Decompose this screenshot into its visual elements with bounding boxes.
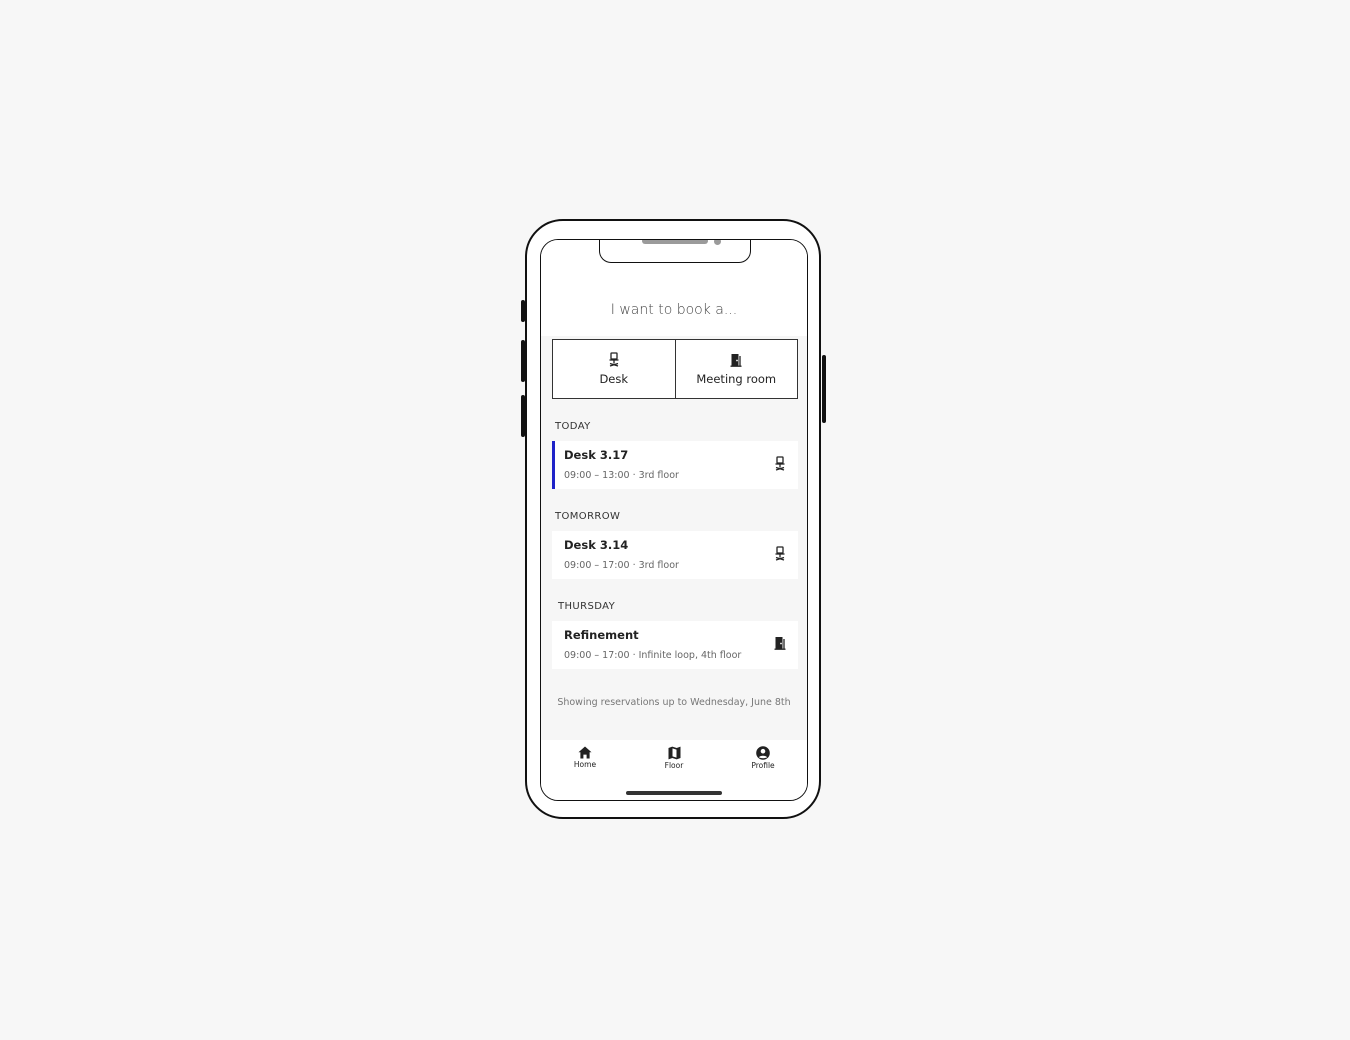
- tab-home[interactable]: Home: [555, 746, 615, 769]
- reservation-title: Refinement: [564, 628, 639, 642]
- door-icon: [774, 637, 786, 650]
- office-chair-icon: [775, 456, 785, 471]
- tab-profile[interactable]: Profile: [733, 746, 793, 770]
- reservation-details: 09:00 – 17:00 · Infinite loop, 4th floor: [564, 650, 742, 661]
- account-icon: [756, 746, 770, 760]
- office-chair-icon: [609, 352, 619, 367]
- reservation-details: 09:00 – 17:00 · 3rd floor: [564, 560, 679, 571]
- section-label-thursday: THURSDAY: [558, 601, 616, 612]
- reservation-card-refinement[interactable]: Refinement 09:00 – 17:00 · Infinite loop…: [552, 621, 798, 669]
- page-title: I want to book a...: [610, 302, 738, 318]
- tab-home-label: Home: [573, 760, 597, 769]
- reservation-card-desk-3-14[interactable]: Desk 3.14 09:00 – 17:00 · 3rd floor: [552, 531, 798, 579]
- reservation-title: Desk 3.17: [564, 448, 629, 462]
- booking-options: Desk Meeting room: [552, 339, 798, 399]
- reservation-card-desk-3-17[interactable]: Desk 3.17 09:00 – 13:00 · 3rd floor: [552, 441, 798, 489]
- reservation-title: Desk 3.14: [564, 538, 629, 552]
- phone-screen: I want to book a... Desk Meeting room TO…: [540, 239, 808, 801]
- book-desk-button[interactable]: Desk: [553, 340, 675, 398]
- section-label-tomorrow: TOMORROW: [555, 511, 621, 522]
- power-button: [822, 355, 826, 423]
- door-icon: [730, 353, 742, 367]
- home-indicator: [626, 791, 722, 795]
- office-chair-icon: [775, 546, 785, 561]
- tab-floor-label: Floor: [664, 761, 684, 770]
- stage: I want to book a... Desk Meeting room TO…: [0, 0, 1350, 1040]
- tab-floor[interactable]: Floor: [644, 746, 704, 770]
- bottom-tab-bar: Home Floor Profile: [541, 740, 807, 800]
- speaker: [642, 240, 708, 244]
- map-icon: [668, 746, 680, 760]
- book-meeting-room-button[interactable]: Meeting room: [674, 340, 798, 398]
- reservations-range-note: Showing reservations up to Wednesday, Ju…: [557, 697, 791, 708]
- tab-profile-label: Profile: [751, 761, 775, 770]
- book-meeting-room-label: Meeting room: [696, 371, 777, 386]
- home-icon: [578, 746, 592, 759]
- camera: [714, 240, 721, 245]
- book-desk-label: Desk: [599, 372, 629, 386]
- section-label-today: TODAY: [555, 421, 591, 432]
- reservation-details: 09:00 – 13:00 · 3rd floor: [564, 470, 679, 481]
- notch: [599, 240, 751, 263]
